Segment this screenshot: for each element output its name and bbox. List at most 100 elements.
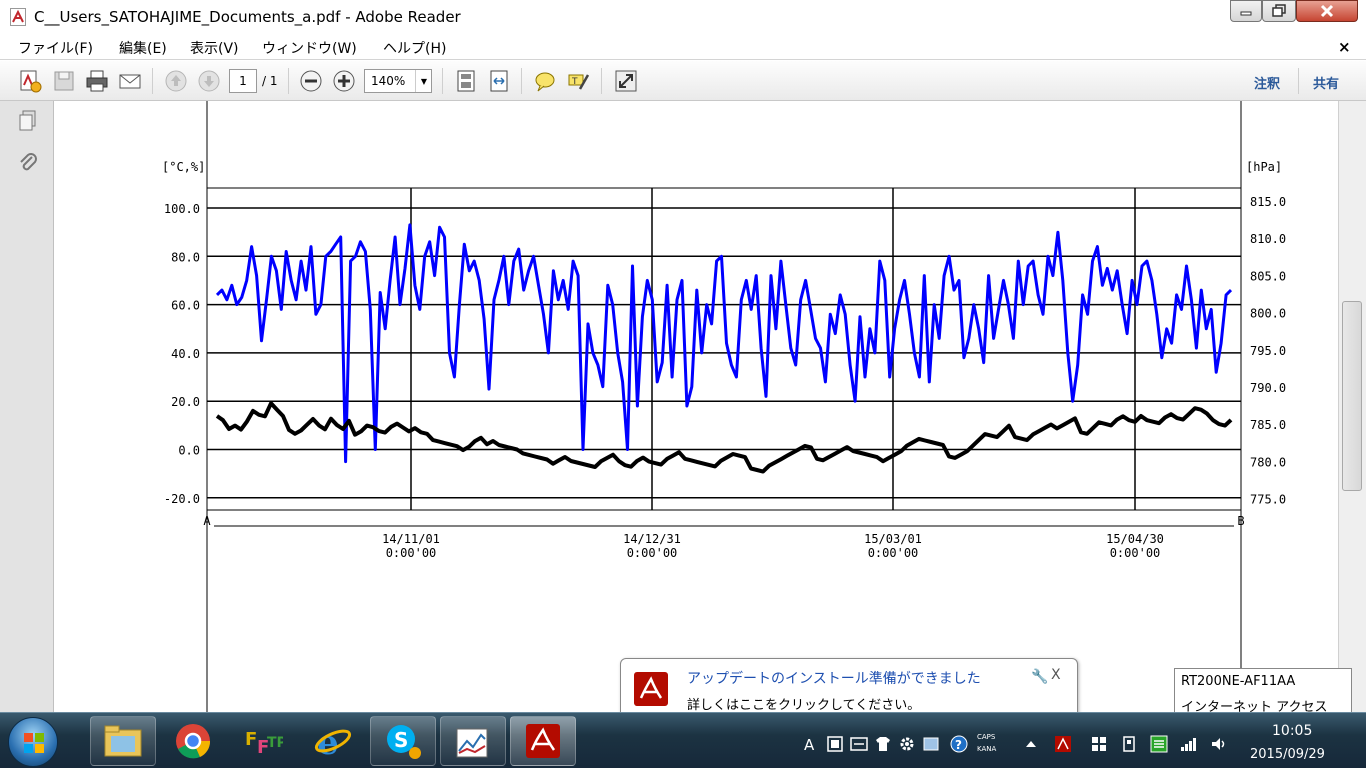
x-end-label: B: [1237, 514, 1244, 528]
prev-page-icon[interactable]: [164, 69, 188, 93]
page-total-label: / 1: [262, 74, 278, 88]
ffftp-icon: F FTP: [245, 729, 283, 758]
caps-lock-indicator: CAPS: [977, 733, 996, 741]
y-tick-label-left: -20.0: [164, 492, 200, 506]
start-button[interactable]: [8, 717, 58, 767]
share-panel-button[interactable]: 共有: [1313, 73, 1339, 92]
minimize-icon: [1240, 11, 1252, 16]
x-start-label: A: [203, 514, 211, 528]
y-tick-label-right: 810.0: [1250, 232, 1286, 246]
highlight-icon[interactable]: T: [566, 69, 590, 93]
x-tick-label-date: 14/12/31: [623, 532, 681, 546]
zoom-in-icon[interactable]: [332, 69, 356, 93]
notification-body: 詳しくはここをクリックしてください。: [687, 698, 921, 713]
fullscreen-icon[interactable]: [614, 69, 638, 93]
maximize-button[interactable]: [1262, 0, 1296, 22]
x-tick-label-date: 14/11/01: [382, 532, 440, 546]
folder-icon: [104, 725, 142, 757]
skype-icon: S: [387, 725, 421, 759]
adobe-update-tray-icon[interactable]: [1054, 735, 1072, 753]
internet-explorer-icon: e: [314, 723, 352, 761]
minimize-button[interactable]: [1230, 0, 1262, 22]
close-icon: [1320, 4, 1334, 18]
x-tick-label-date: 15/03/01: [864, 532, 922, 546]
scrollbar-thumb[interactable]: [1342, 301, 1362, 491]
ime-input-icon[interactable]: [850, 735, 868, 753]
restore-icon: [1272, 4, 1286, 17]
ime-tools-icon[interactable]: [922, 735, 940, 753]
taskbar-ftp[interactable]: F F TP: [230, 716, 296, 766]
svg-text:A: A: [804, 736, 815, 753]
clock-time[interactable]: 10:05: [1272, 723, 1312, 739]
vertical-scrollbar[interactable]: [1338, 101, 1366, 712]
notification-title: アップデートのインストール準備ができました: [687, 671, 981, 687]
toolbar: / 1 140% ▼ T 注釈 共有: [0, 61, 1366, 101]
menu-bar: ファイル(F) 編集(E) 表示(V) ウィンドウ(W) ヘルプ(H) ×: [0, 34, 1366, 60]
network-signal-icon[interactable]: [1180, 735, 1198, 753]
power-status-icon[interactable]: [1150, 735, 1168, 753]
gear-icon[interactable]: [898, 735, 916, 753]
menu-file[interactable]: ファイル(F): [18, 38, 93, 58]
x-tick-label-time: 0:00'00: [1110, 546, 1161, 560]
menu-view[interactable]: 表示(V): [190, 38, 239, 58]
taskbar-adobe-reader[interactable]: [510, 716, 576, 766]
y-tick-label-right: 785.0: [1250, 418, 1286, 432]
x-tick-label-date: 15/04/30: [1106, 532, 1164, 546]
x-tick-label-time: 0:00'00: [627, 546, 678, 560]
pages-panel-icon[interactable]: [16, 109, 40, 133]
next-page-icon[interactable]: [197, 69, 221, 93]
windows-tray-icon[interactable]: [1090, 735, 1108, 753]
zoom-value: 140%: [371, 74, 406, 88]
create-pdf-icon[interactable]: [18, 69, 42, 93]
taskbar-graph-app[interactable]: [440, 716, 506, 766]
chevron-down-icon[interactable]: ▼: [415, 70, 432, 92]
taskbar-chrome[interactable]: [160, 716, 226, 766]
y-tick-label-right: 815.0: [1250, 195, 1286, 209]
taskbar-ie[interactable]: e: [300, 716, 366, 766]
wrench-icon[interactable]: 🔧: [1031, 669, 1048, 685]
left-axis-unit: [°C,%]: [162, 160, 205, 174]
email-icon[interactable]: [118, 69, 142, 93]
menu-help[interactable]: ヘルプ(H): [383, 38, 446, 58]
taskbar-explorer[interactable]: [90, 716, 156, 766]
fit-page-icon[interactable]: [454, 69, 478, 93]
zoom-select[interactable]: 140% ▼: [364, 69, 432, 93]
save-icon[interactable]: [52, 69, 76, 93]
svg-text:TP: TP: [267, 735, 283, 751]
menu-edit[interactable]: 編集(E): [119, 38, 167, 58]
kana-lock-indicator: KANA: [977, 745, 997, 753]
y-tick-label-right: 790.0: [1250, 381, 1286, 395]
volume-icon[interactable]: [1210, 735, 1228, 753]
zoom-out-icon[interactable]: [299, 69, 323, 93]
comment-panel-button[interactable]: 注釈: [1254, 73, 1280, 92]
right-axis-unit: [hPa]: [1246, 160, 1282, 174]
y-tick-label-left: 100.0: [164, 202, 200, 216]
tshirt-icon[interactable]: [874, 735, 892, 753]
network-tooltip: RT200NE-AF11AA インターネット アクセス: [1174, 668, 1352, 718]
attachments-icon[interactable]: [16, 151, 40, 175]
safely-remove-hardware-icon[interactable]: [1120, 735, 1138, 753]
toolbar-separator: [288, 68, 289, 94]
notification-close-button[interactable]: X: [1051, 667, 1061, 683]
show-hidden-icons-icon[interactable]: [1022, 735, 1040, 753]
y-tick-label-left: 0.0: [178, 444, 200, 458]
close-window-button[interactable]: [1296, 0, 1358, 22]
toolbar-separator: [521, 68, 522, 94]
window-title: C__Users_SATOHAJIME_Documents_a.pdf - Ad…: [34, 8, 461, 26]
help-icon[interactable]: ?: [950, 735, 968, 753]
comment-icon[interactable]: [533, 69, 557, 93]
ime-mode-icon[interactable]: [826, 735, 844, 753]
fit-width-icon[interactable]: [487, 69, 511, 93]
series-line-temperature: [215, 401, 1233, 474]
svg-text:T: T: [571, 77, 578, 87]
taskbar-skype[interactable]: S: [370, 716, 436, 766]
page-number-input[interactable]: [229, 69, 257, 93]
print-icon[interactable]: [85, 69, 109, 93]
document-view[interactable]: 100.0 80.0 60.0 40.0 20.0 0.0 -20.0 815.0 810.0 8…: [54, 101, 1338, 712]
taskbar: F F TP e S A ? CAPS KANA 10:05 2015/09/29: [0, 712, 1366, 768]
y-tick-label-left: 40.0: [171, 347, 200, 361]
menu-window[interactable]: ウィンドウ(W): [262, 38, 357, 58]
close-document-button[interactable]: ×: [1338, 38, 1351, 56]
ime-language-icon[interactable]: A: [802, 735, 820, 753]
clock-date[interactable]: 2015/09/29: [1250, 747, 1325, 762]
